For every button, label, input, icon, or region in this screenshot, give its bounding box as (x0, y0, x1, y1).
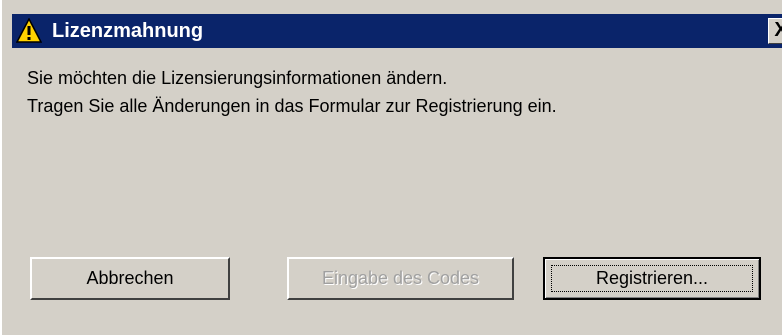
register-button[interactable]: Registrieren... (543, 257, 761, 300)
warning-icon (15, 17, 43, 44)
license-reminder-dialog: Lizenzmahnung X Sie möchten die Lizensie… (0, 0, 782, 335)
title-bar[interactable]: Lizenzmahnung X (12, 14, 782, 48)
enter-code-button[interactable]: Eingabe des Codes (287, 257, 514, 300)
enter-code-button-label: Eingabe des Codes (321, 268, 480, 288)
cancel-button[interactable]: Abbrechen (30, 257, 230, 300)
cancel-button-label: Abbrechen (86, 268, 174, 288)
message-line-2: Tragen Sie alle Änderungen in das Formul… (27, 96, 557, 116)
register-button-label: Registrieren... (595, 268, 709, 288)
message-text: Sie möchten die Lizensierungsinformation… (27, 64, 557, 120)
window-title: Lizenzmahnung (52, 20, 204, 42)
close-icon: X (774, 19, 782, 41)
message-line-1: Sie möchten die Lizensierungsinformation… (27, 68, 448, 88)
close-button[interactable]: X (768, 18, 782, 44)
